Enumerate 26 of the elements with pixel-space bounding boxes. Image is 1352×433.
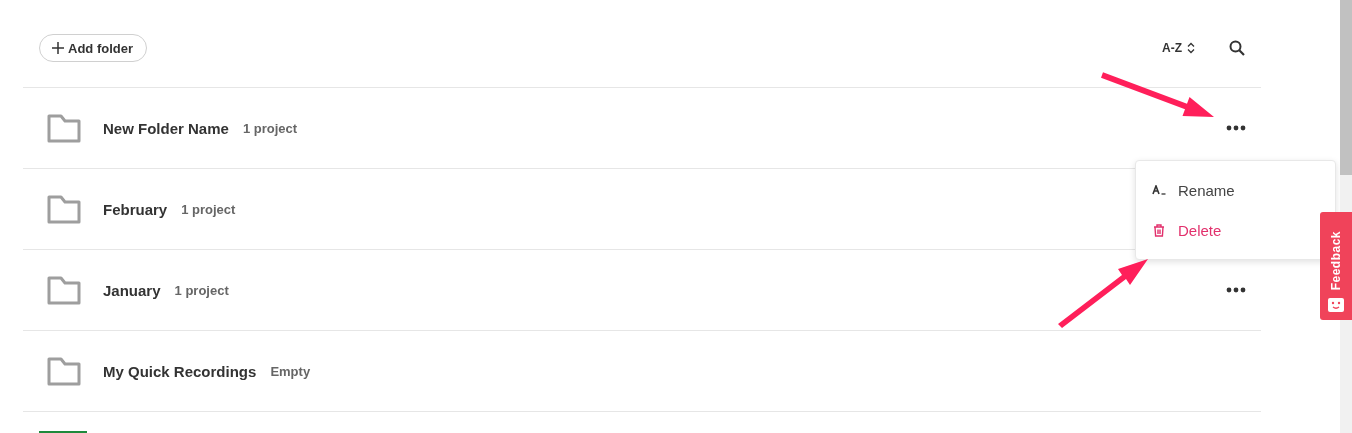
- folder-icon: [47, 356, 81, 386]
- rename-icon: [1152, 185, 1166, 195]
- folder-name[interactable]: January: [103, 281, 161, 299]
- plus-icon: [52, 42, 64, 54]
- sort-chevrons-icon: [1187, 42, 1195, 54]
- folder-icon: [47, 194, 81, 224]
- folder-name[interactable]: My Quick Recordings: [103, 362, 257, 380]
- folder-name[interactable]: New Folder Name: [103, 119, 229, 137]
- menu-item[interactable]: Rename: [1136, 170, 1320, 210]
- menu-item[interactable]: Delete: [1136, 210, 1320, 250]
- sort-button[interactable]: A-Z: [1162, 41, 1195, 55]
- project-count: Empty: [270, 363, 311, 379]
- smiley-icon: [1328, 298, 1344, 312]
- folder-icon: [47, 275, 81, 305]
- project-count: 1 project: [181, 201, 236, 217]
- more-options-icon[interactable]: [1226, 287, 1246, 293]
- project-count: 1 project: [242, 120, 298, 136]
- project-count: 1 project: [174, 282, 229, 298]
- search-icon[interactable]: [1229, 40, 1245, 56]
- folder-icon: [47, 113, 81, 143]
- trash-icon: [1152, 223, 1166, 237]
- scrollbar-thumb[interactable]: [1340, 0, 1352, 175]
- feedback-tab[interactable]: Feedback: [1320, 212, 1352, 320]
- add-folder-button[interactable]: Add folder: [39, 34, 147, 62]
- more-options-icon[interactable]: [1226, 125, 1246, 131]
- folder-name[interactable]: February: [103, 200, 168, 218]
